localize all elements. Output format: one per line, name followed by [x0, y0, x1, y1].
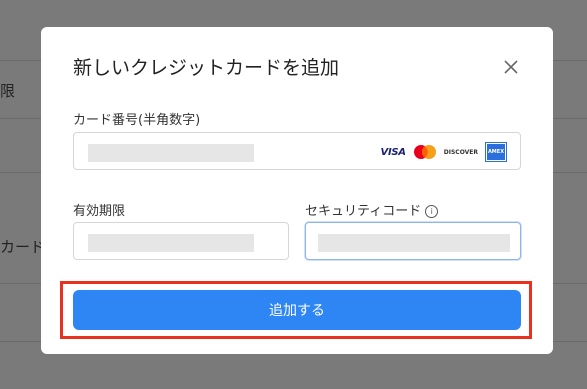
- security-code-label: セキュリティコード i: [305, 200, 439, 219]
- highlight-box: [60, 281, 532, 339]
- bg-text-label: 限: [0, 82, 16, 100]
- card-brand-logos: VISA DISCOVER AMEX: [381, 143, 506, 161]
- expiry-label: 有効期限: [73, 204, 126, 219]
- card-number-input[interactable]: VISA DISCOVER AMEX: [73, 132, 521, 170]
- expiry-value: [88, 234, 254, 252]
- card-number-value: [88, 144, 254, 162]
- security-code-value: [318, 234, 510, 252]
- visa-icon: VISA: [380, 146, 407, 158]
- mastercard-icon: [413, 145, 436, 159]
- security-code-input[interactable]: [305, 222, 521, 260]
- expiry-input[interactable]: [73, 222, 289, 260]
- discover-icon: DISCOVER: [443, 148, 478, 156]
- security-code-label-text: セキュリティコード: [305, 204, 422, 219]
- info-icon[interactable]: i: [425, 205, 439, 218]
- close-icon: [504, 60, 518, 74]
- modal-title: 新しいクレジットカードを追加: [73, 57, 340, 79]
- close-button[interactable]: [500, 56, 522, 78]
- card-number-label: カード番号(半角数字): [73, 113, 201, 128]
- amex-icon: AMEX: [486, 143, 506, 161]
- bg-text-label: カード: [0, 238, 46, 256]
